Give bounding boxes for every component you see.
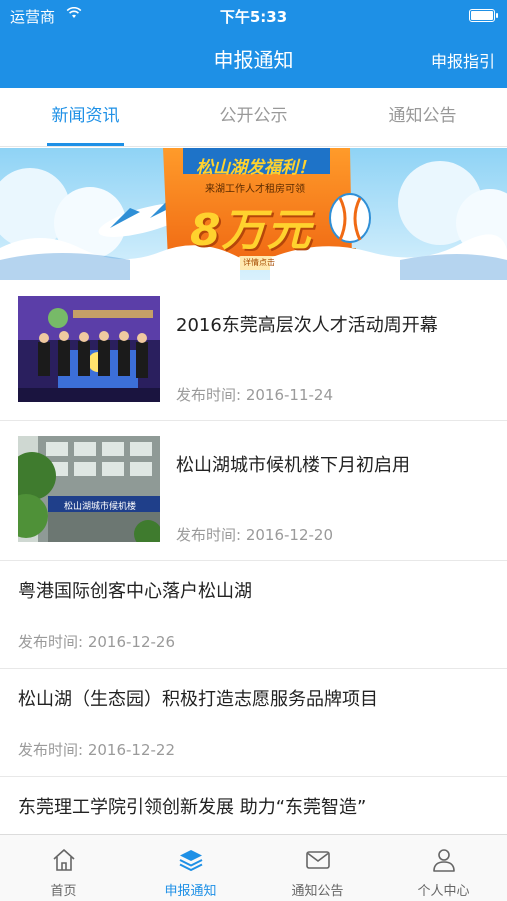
news-item[interactable]: 粤港国际创客中心落户松山湖 发布时间: 2016-12-26 bbox=[0, 561, 507, 669]
tabbar-label-announcements: 通知公告 bbox=[291, 884, 344, 899]
tabbar-label-profile: 个人中心 bbox=[417, 884, 470, 899]
news-title: 粤港国际创客中心落户松山湖 bbox=[18, 581, 252, 602]
tab-public-notice[interactable]: 公开公示 bbox=[205, 88, 302, 146]
news-thumbnail bbox=[18, 296, 160, 402]
news-date: 发布时间: 2016-11-24 bbox=[176, 386, 333, 404]
status-bar: 运营商 下午5:33 bbox=[0, 0, 507, 30]
news-item[interactable]: 松山湖城市候机楼 松山湖城市候机楼下月初启用 发布时间: 2016-12-20 bbox=[0, 421, 507, 561]
promo-banner[interactable]: 松山湖发福利！ 来湖工作人才租房可领 8万元 详情点击 bbox=[0, 148, 507, 280]
banner-amount: 8万元 bbox=[190, 205, 312, 256]
tab-announcements[interactable]: 通知公告 bbox=[374, 88, 471, 146]
tab-news-label: 新闻资讯 bbox=[51, 106, 120, 126]
active-tab-indicator bbox=[47, 143, 124, 146]
tabbar-label-home: 首页 bbox=[50, 884, 77, 899]
banner-headline: 松山湖发福利！ bbox=[196, 158, 315, 178]
bottom-tab-bar: 首页 申报通知 通知公告 个人中心 bbox=[0, 834, 507, 901]
segment-tabs: 新闻资讯 公开公示 通知公告 bbox=[0, 88, 507, 147]
tabbar-item-declaration[interactable]: 申报通知 bbox=[127, 835, 254, 901]
tab-public-notice-label: 公开公示 bbox=[219, 106, 288, 126]
news-title: 2016东莞高层次人才活动周开幕 bbox=[176, 315, 438, 336]
guide-link[interactable]: 申报指引 bbox=[431, 48, 495, 72]
news-title: 松山湖城市候机楼下月初启用 bbox=[176, 455, 410, 476]
news-item[interactable]: 东莞理工学院引领创新发展 助力“东莞智造” bbox=[0, 777, 507, 834]
home-icon bbox=[52, 849, 75, 871]
top-navigation-bar: 运营商 下午5:33 申报通知 申报指引 bbox=[0, 0, 507, 88]
tabbar-item-announcements[interactable]: 通知公告 bbox=[254, 835, 381, 901]
news-date: 发布时间: 2016-12-22 bbox=[18, 741, 175, 759]
news-thumbnail: 松山湖城市候机楼 bbox=[18, 436, 160, 542]
tabbar-item-home[interactable]: 首页 bbox=[0, 835, 127, 901]
banner-subline: 来湖工作人才租房可领 bbox=[205, 184, 305, 195]
news-item[interactable]: 2016东莞高层次人才活动周开幕 发布时间: 2016-11-24 bbox=[0, 281, 507, 421]
news-item[interactable]: 松山湖（生态园）积极打造志愿服务品牌项目 发布时间: 2016-12-22 bbox=[0, 669, 507, 777]
battery-icon bbox=[469, 9, 498, 22]
news-title: 东莞理工学院引领创新发展 助力“东莞智造” bbox=[18, 797, 367, 818]
tabbar-item-profile[interactable]: 个人中心 bbox=[380, 835, 507, 901]
news-date: 发布时间: 2016-12-20 bbox=[176, 526, 333, 544]
news-title: 松山湖（生态园）积极打造志愿服务品牌项目 bbox=[18, 689, 378, 710]
mail-icon bbox=[305, 851, 330, 869]
thumbnail-sign-text: 松山湖城市候机楼 bbox=[64, 502, 137, 512]
tabbar-label-declaration: 申报通知 bbox=[164, 884, 217, 899]
tab-news[interactable]: 新闻资讯 bbox=[47, 88, 124, 146]
news-date: 发布时间: 2016-12-26 bbox=[18, 633, 175, 651]
tab-announcements-label: 通知公告 bbox=[388, 106, 457, 126]
banner-detail-button[interactable]: 详情点击 bbox=[238, 257, 280, 268]
status-time: 下午5:33 bbox=[219, 8, 288, 26]
layers-icon bbox=[179, 850, 202, 871]
person-icon bbox=[432, 849, 455, 872]
